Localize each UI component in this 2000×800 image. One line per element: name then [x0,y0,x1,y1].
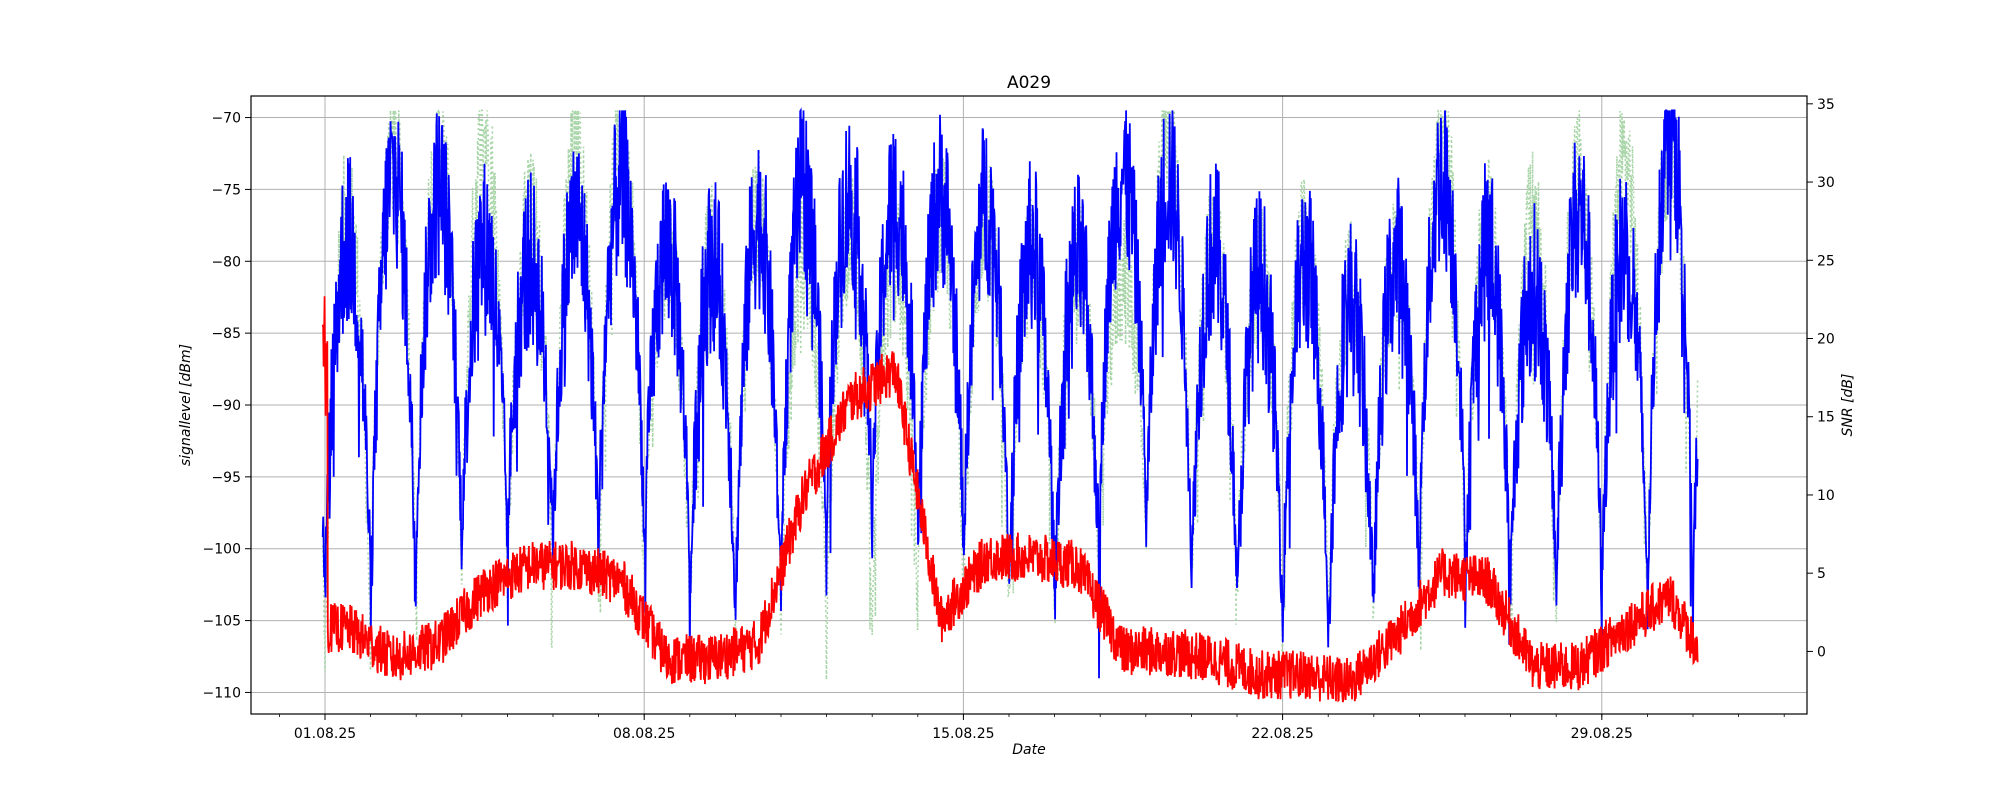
y-right-tick-label: 30 [1817,175,1835,191]
line-chart: 01.08.25 08.08.25 15.08.25 22.08.25 29.08.25… [0,0,2000,800]
y-left-tick-label: −80 [211,254,241,270]
x-axis-title: Date [1012,742,1045,758]
y-left-tick-label: −100 [203,542,241,558]
chart-background [0,0,2000,800]
x-tick-label: 08.08.25 [613,726,675,742]
y-axis-right-title: SNR [dB] [1840,374,1856,437]
y-left-tick-label: −110 [203,685,241,701]
y-left-tick-label: −95 [211,470,241,486]
y-axis-left-title: signallevel [dBm] [178,344,194,466]
y-right-tick-label: 20 [1817,332,1835,348]
y-right-tick-label: 5 [1817,566,1826,582]
x-tick-label: 01.08.25 [294,726,356,742]
y-right-tick-label: 25 [1817,253,1835,269]
y-left-tick-label: −105 [203,614,241,630]
x-tick-label: 15.08.25 [932,726,994,742]
chart-title: A029 [1007,73,1051,93]
x-tick-label: 29.08.25 [1571,726,1633,742]
y-left-tick-label: −70 [211,111,241,127]
y-left-tick-label: −75 [211,182,241,198]
y-right-tick-label: 15 [1817,410,1835,426]
y-right-tick-label: 10 [1817,488,1835,504]
y-right-tick-label: 35 [1817,97,1835,113]
x-tick-label: 22.08.25 [1251,726,1313,742]
y-right-tick-label: 0 [1817,644,1826,660]
y-left-tick-label: −90 [211,398,241,414]
y-left-tick-label: −85 [211,326,241,342]
